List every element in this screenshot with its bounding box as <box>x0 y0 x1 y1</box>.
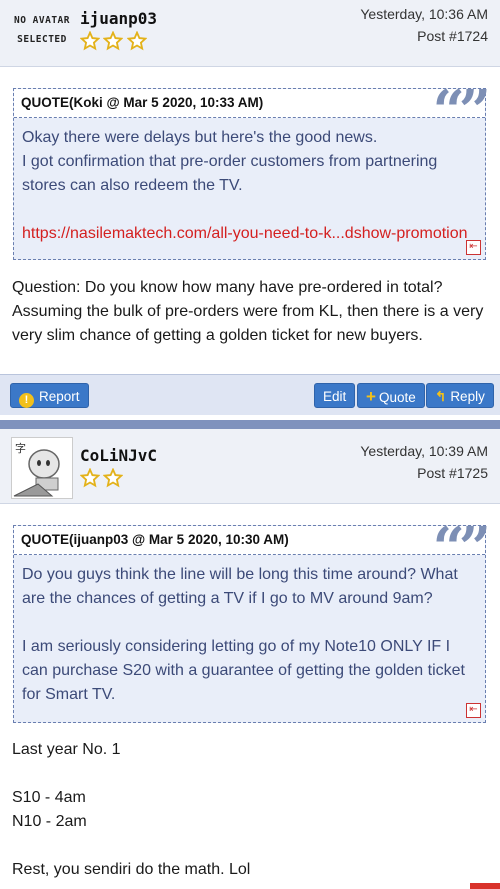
quote-title: QUOTE(ijuanp03 @ Mar 5 2020, 10:30 AM) <box>21 532 289 547</box>
avatar-image: 字 <box>12 438 72 498</box>
username[interactable]: ijuanp03 <box>80 9 157 28</box>
star-icon <box>80 31 100 51</box>
quote-block: QUOTE(Koki @ Mar 5 2020, 10:33 AM) “” Ok… <box>13 83 491 260</box>
post-divider <box>0 420 500 429</box>
quote-marks-icon: “” <box>432 515 491 581</box>
quote-link[interactable]: https://nasilemaktech.com/all-you-need-t… <box>22 222 477 246</box>
quote-button[interactable]: + Quote <box>357 383 425 408</box>
star-icon <box>126 31 147 51</box>
post-body: Last year No. 1 S10 - 4am N10 - 2am Rest… <box>12 738 488 882</box>
post-timestamp: Yesterday, 10:39 AM <box>360 443 488 459</box>
post-timestamp: Yesterday, 10:36 AM <box>360 6 488 22</box>
post-header: 字 CoLiNJvC Yesterday, 10:39 AM Post #172… <box>0 429 500 504</box>
expand-quote-icon[interactable]: ⇤ <box>466 240 481 255</box>
avatar[interactable]: 字 <box>11 437 73 499</box>
quote-block: QUOTE(ijuanp03 @ Mar 5 2020, 10:30 AM) “… <box>13 520 491 723</box>
reply-arrow-icon: ↰ <box>435 389 447 404</box>
no-avatar-placeholder: NO AVATAR SELECTED <box>14 15 70 45</box>
post-number-link[interactable]: Post #1725 <box>417 465 488 481</box>
post-paragraph: Last year No. 1 <box>12 741 121 758</box>
quote-body: Okay there were delays but here's the go… <box>14 118 485 246</box>
partial-button-edge <box>470 883 500 889</box>
star-icon <box>80 468 100 488</box>
expand-quote-icon[interactable]: ⇤ <box>466 703 481 718</box>
username[interactable]: CoLiNJvC <box>80 446 157 465</box>
post-paragraph: Rest, you sendiri do the math. Lol <box>12 861 251 878</box>
post-number-link[interactable]: Post #1724 <box>417 28 488 44</box>
quote-line: I am seriously considering letting go of… <box>22 638 465 703</box>
plus-icon: + <box>366 387 376 406</box>
quote-line: I got confirmation that pre-order custom… <box>22 153 438 194</box>
post-1725: 字 CoLiNJvC Yesterday, 10:39 AM Post #172… <box>0 429 500 883</box>
star-icon <box>103 31 124 51</box>
warning-icon: ! <box>19 393 34 408</box>
report-button[interactable]: ! Report <box>10 383 89 408</box>
rank-stars <box>80 31 147 56</box>
quote-header: QUOTE(Koki @ Mar 5 2020, 10:33 AM) “” <box>14 83 491 139</box>
quote-body: Do you guys think the line will be long … <box>14 555 485 707</box>
svg-text:字: 字 <box>15 441 26 455</box>
star-icon <box>103 468 124 488</box>
post-paragraph: Question: Do you know how many have pre-… <box>12 279 484 344</box>
quote-title: QUOTE(Koki @ Mar 5 2020, 10:33 AM) <box>21 95 264 110</box>
edit-button[interactable]: Edit <box>314 383 356 408</box>
post-1724: NO AVATAR SELECTED ijuanp03 Yesterday, 1… <box>0 0 500 420</box>
quote-header: QUOTE(ijuanp03 @ Mar 5 2020, 10:30 AM) “… <box>14 520 491 576</box>
quote-line: Okay there were delays but here's the go… <box>22 129 378 146</box>
post-paragraph: N10 - 2am <box>12 813 87 830</box>
post-header: NO AVATAR SELECTED ijuanp03 Yesterday, 1… <box>0 0 500 67</box>
rank-stars <box>80 468 124 493</box>
post-paragraph: S10 - 4am <box>12 789 86 806</box>
quote-line: Do you guys think the line will be long … <box>22 566 458 607</box>
reply-button[interactable]: ↰ Reply <box>426 383 494 408</box>
post-body: Question: Do you know how many have pre-… <box>12 276 488 348</box>
post-action-bar: ! Report Edit + Quote ↰ Reply <box>0 374 500 415</box>
quote-marks-icon: “” <box>432 78 491 144</box>
